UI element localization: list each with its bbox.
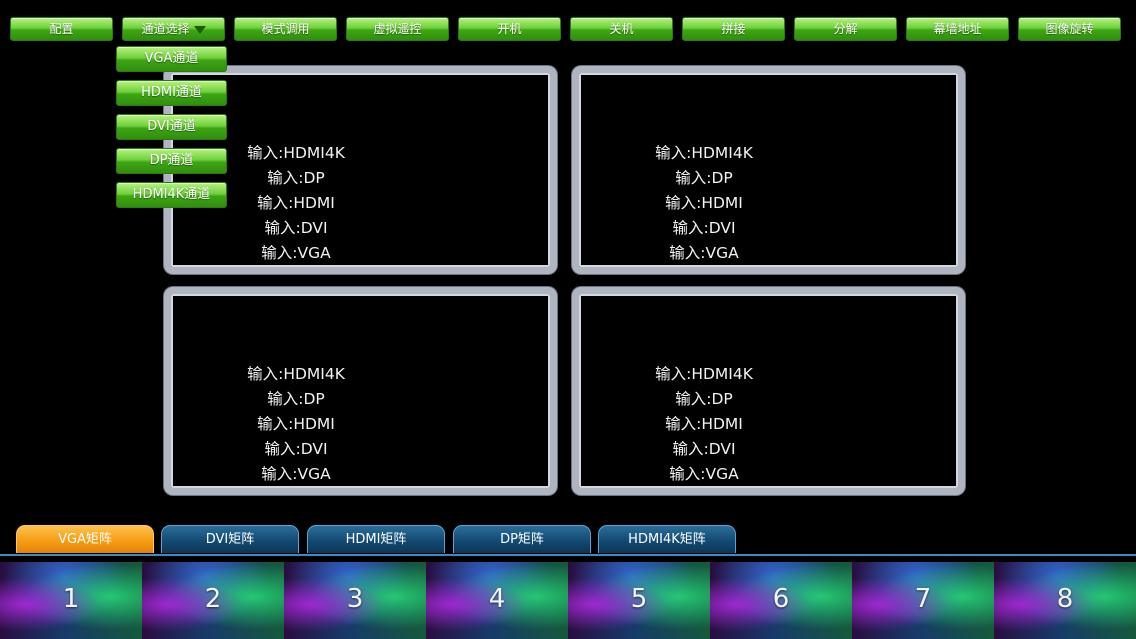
screen-input-line: 输入:DP: [675, 169, 733, 187]
splice-button-label: 拼接: [721, 22, 746, 36]
screen-panel-3[interactable]: 输入:HDMI4K 输入:DP 输入:HDMI 输入:DVI 输入:VGA: [164, 287, 557, 495]
image-rotate-button[interactable]: 图像旋转: [1018, 17, 1121, 41]
screen-input-line: 输入:DVI: [672, 440, 736, 458]
dropdown-item-dvi-channel[interactable]: DVI通道: [116, 114, 227, 140]
channel-tile-2[interactable]: 2: [142, 562, 284, 639]
matrix-tab-bar: VGA矩阵 DVI矩阵 HDMI矩阵 DP矩阵 HDMI4K矩阵: [0, 525, 1136, 555]
tab-vga-matrix[interactable]: VGA矩阵: [16, 525, 154, 553]
dropdown-item-dp-channel[interactable]: DP通道: [116, 148, 227, 174]
channel-strip: 1 2 3 4 5 6 7 8: [0, 562, 1136, 639]
image-rotate-button-label: 图像旋转: [1045, 22, 1094, 36]
channel-tile-5[interactable]: 5: [568, 562, 710, 639]
tab-label: VGA矩阵: [58, 532, 112, 547]
mode-recall-button[interactable]: 模式调用: [234, 17, 337, 41]
channel-number: 7: [914, 584, 932, 614]
screen-input-line: 输入:DP: [267, 169, 325, 187]
virtual-remote-button[interactable]: 虚拟遥控: [346, 17, 449, 41]
config-button[interactable]: 配置: [10, 17, 113, 41]
channel-number: 1: [62, 584, 80, 614]
tab-divider-line: [0, 554, 1136, 556]
split-button-label: 分解: [833, 22, 858, 36]
channel-tile-3[interactable]: 3: [284, 562, 426, 639]
screen-input-line: 输入:DVI: [264, 219, 328, 237]
channel-number: 3: [346, 584, 364, 614]
channel-tile-1[interactable]: 1: [0, 562, 142, 639]
dropdown-item-label: VGA通道: [144, 51, 199, 66]
screen-input-line: 输入:VGA: [261, 244, 331, 262]
power-on-button[interactable]: 开机: [458, 17, 561, 41]
screen-input-line: 输入:HDMI4K: [247, 365, 345, 383]
channel-tile-8[interactable]: 8: [994, 562, 1136, 639]
dropdown-item-label: HDMI通道: [141, 85, 202, 100]
power-on-button-label: 开机: [497, 22, 522, 36]
screen-input-line: 输入:HDMI4K: [655, 365, 753, 383]
screen-input-list: 输入:HDMI4K 输入:DP 输入:HDMI 输入:DVI 输入:VGA: [226, 362, 366, 487]
screen-input-line: 输入:HDMI: [257, 415, 335, 433]
tab-label: DP矩阵: [500, 532, 544, 547]
config-button-label: 配置: [49, 22, 74, 36]
screen-input-line: 输入:HDMI: [665, 194, 743, 212]
tab-label: DVI矩阵: [205, 532, 255, 547]
screen-input-line: 输入:HDMI: [257, 194, 335, 212]
tab-label: HDMI4K矩阵: [628, 532, 706, 547]
screen-input-line: 输入:HDMI4K: [247, 144, 345, 162]
screen-input-line: 输入:DVI: [264, 440, 328, 458]
screen-input-list: 输入:HDMI4K 输入:DP 输入:HDMI 输入:DVI 输入:VGA: [226, 141, 366, 266]
channel-number: 8: [1056, 584, 1074, 614]
dropdown-item-label: DVI通道: [147, 119, 196, 134]
tab-hdmi4k-matrix[interactable]: HDMI4K矩阵: [598, 525, 736, 553]
screen-panel-4[interactable]: 输入:HDMI4K 输入:DP 输入:HDMI 输入:DVI 输入:VGA: [572, 287, 965, 495]
dropdown-item-hdmi4k-channel[interactable]: HDMI4K通道: [116, 182, 227, 208]
screen-input-line: 输入:DP: [675, 390, 733, 408]
channel-select-button-label: 通道选择: [141, 22, 190, 36]
tab-label: HDMI矩阵: [345, 532, 407, 547]
channel-number: 2: [204, 584, 222, 614]
top-toolbar: 配置 通道选择 模式调用 虚拟遥控 开机 关机 拼接 分解 幕墙地址 图像旋转: [0, 0, 1136, 44]
screen-input-line: 输入:DVI: [672, 219, 736, 237]
tab-hdmi-matrix[interactable]: HDMI矩阵: [307, 525, 445, 553]
channel-select-button[interactable]: 通道选择: [122, 17, 225, 41]
screen-input-line: 输入:HDMI: [665, 415, 743, 433]
channel-tile-7[interactable]: 7: [852, 562, 994, 639]
tab-dp-matrix[interactable]: DP矩阵: [453, 525, 591, 553]
screen-input-line: 输入:VGA: [669, 465, 739, 483]
tab-dvi-matrix[interactable]: DVI矩阵: [161, 525, 299, 553]
screen-input-list: 输入:HDMI4K 输入:DP 输入:HDMI 输入:DVI 输入:VGA: [634, 141, 774, 266]
virtual-remote-button-label: 虚拟遥控: [373, 22, 422, 36]
split-button[interactable]: 分解: [794, 17, 897, 41]
mode-recall-button-label: 模式调用: [261, 22, 310, 36]
wall-address-button[interactable]: 幕墙地址: [906, 17, 1009, 41]
triangle-down-icon: [193, 25, 206, 34]
screen-input-list: 输入:HDMI4K 输入:DP 输入:HDMI 输入:DVI 输入:VGA: [634, 362, 774, 487]
screen-input-line: 输入:HDMI4K: [655, 144, 753, 162]
channel-tile-6[interactable]: 6: [710, 562, 852, 639]
screen-input-line: 输入:VGA: [261, 465, 331, 483]
screen-input-line: 输入:VGA: [669, 244, 739, 262]
channel-number: 6: [772, 584, 790, 614]
power-off-button[interactable]: 关机: [570, 17, 673, 41]
screen-panel-2[interactable]: 输入:HDMI4K 输入:DP 输入:HDMI 输入:DVI 输入:VGA: [572, 66, 965, 274]
dropdown-item-hdmi-channel[interactable]: HDMI通道: [116, 80, 227, 106]
dropdown-item-label: HDMI4K通道: [132, 187, 211, 202]
screen-input-line: 输入:DP: [267, 390, 325, 408]
channel-number: 5: [630, 584, 648, 614]
power-off-button-label: 关机: [609, 22, 634, 36]
wall-address-button-label: 幕墙地址: [933, 22, 982, 36]
dropdown-item-vga-channel[interactable]: VGA通道: [116, 46, 227, 72]
channel-number: 4: [488, 584, 506, 614]
splice-button[interactable]: 拼接: [682, 17, 785, 41]
channel-tile-4[interactable]: 4: [426, 562, 568, 639]
dropdown-item-label: DP通道: [149, 153, 194, 168]
